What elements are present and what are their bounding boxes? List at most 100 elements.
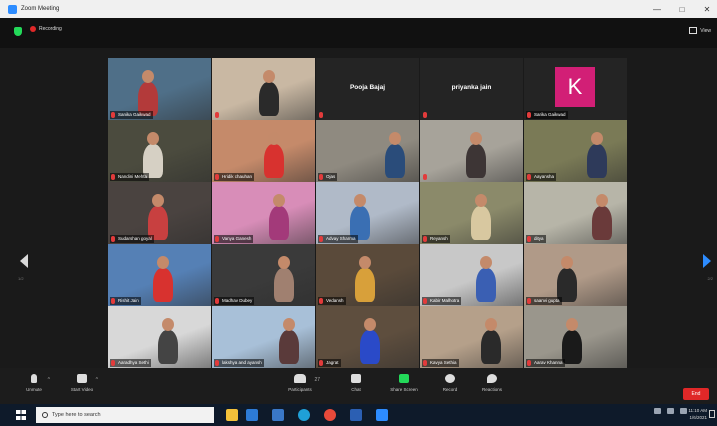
- video-camera-icon: [77, 374, 87, 383]
- muted-mic-icon: [527, 298, 531, 304]
- recording-indicator[interactable]: Recording: [30, 26, 62, 32]
- page-indicator-left: 1/2: [18, 276, 24, 281]
- participant-tile[interactable]: Sanika Gaikwad: [108, 58, 211, 120]
- participant-head: [364, 318, 376, 331]
- maximize-button[interactable]: □: [676, 5, 688, 14]
- participant-figure: [587, 144, 607, 178]
- muted-mic-icon: [423, 360, 427, 366]
- participant-head: [283, 318, 295, 331]
- participant-tile[interactable]: Kavya Sethia: [420, 306, 523, 368]
- participant-tile[interactable]: Hridik chauhan: [212, 120, 315, 182]
- participant-tile[interactable]: lakshya and ayansh: [212, 306, 315, 368]
- participant-tile[interactable]: [212, 58, 315, 120]
- participant-tile[interactable]: Jagrat: [316, 306, 419, 368]
- participants-button[interactable]: 27 Participants: [272, 371, 328, 401]
- title-bar: Zoom Meeting — □ ✕: [0, 0, 717, 18]
- participant-video: [212, 58, 315, 120]
- chevron-up-icon[interactable]: [654, 408, 661, 414]
- muted-mic-icon: [319, 174, 323, 180]
- participant-name-label: Kabir Malhotra: [422, 297, 462, 305]
- participant-tile[interactable]: Kabir Malhotra: [420, 244, 523, 306]
- participant-name-label: Hridik chauhan: [214, 173, 255, 181]
- participant-tile[interactable]: Vanya Ganesh: [212, 182, 315, 244]
- windows-start-icon[interactable]: [16, 410, 26, 420]
- edge-app-icon[interactable]: [298, 409, 310, 421]
- window-controls: — □ ✕: [651, 0, 713, 18]
- view-button[interactable]: View: [689, 27, 711, 34]
- minimize-button[interactable]: —: [651, 5, 663, 14]
- participant-head: [389, 132, 401, 145]
- mail-app-icon[interactable]: [246, 409, 258, 421]
- participant-center-name: priyanka jain: [451, 84, 492, 91]
- participant-head: [470, 132, 482, 145]
- start-video-button[interactable]: ^ Start Video: [54, 371, 110, 401]
- muted-mic-icon: [215, 112, 219, 118]
- word-app-icon[interactable]: [350, 409, 362, 421]
- participant-tile[interactable]: Aarav Khanna: [524, 306, 627, 368]
- participant-head: [162, 318, 174, 331]
- chrome-app-icon[interactable]: [324, 409, 336, 421]
- participant-tile[interactable]: Vedansh: [316, 244, 419, 306]
- participant-name-label: saanvi gupta: [526, 297, 562, 305]
- participant-tile[interactable]: [420, 120, 523, 182]
- volume-icon[interactable]: [680, 408, 687, 414]
- video-options-chevron-icon[interactable]: ^: [96, 377, 98, 383]
- audio-options-chevron-icon[interactable]: ^: [48, 377, 50, 383]
- muted-mic-icon: [319, 112, 323, 118]
- participant-name-label: Aarav Khanna: [526, 359, 565, 367]
- reactions-icon: [487, 374, 497, 383]
- muted-mic-icon: [319, 236, 323, 242]
- start-video-label: Start Video: [70, 387, 94, 392]
- participant-tile[interactable]: Madhav Dubey: [212, 244, 315, 306]
- participant-name-label: Kavya Sethia: [422, 359, 459, 367]
- participant-tile[interactable]: Reyansh: [420, 182, 523, 244]
- security-shield-icon[interactable]: [14, 27, 22, 36]
- participant-tile[interactable]: Sudarshan goyal: [108, 182, 211, 244]
- participant-figure: [355, 268, 375, 302]
- muted-mic-icon: [423, 236, 427, 242]
- participant-figure: [481, 330, 501, 364]
- zoom-logo-icon: [8, 4, 17, 14]
- participant-tile[interactable]: Aaradhya Sethi: [108, 306, 211, 368]
- participant-tile[interactable]: ditya: [524, 182, 627, 244]
- grid-view-icon: [689, 27, 698, 34]
- end-meeting-button[interactable]: End: [683, 388, 709, 400]
- participant-head: [561, 256, 573, 269]
- record-dot-icon: [30, 26, 36, 32]
- participant-name-label: Nandini Mehta: [110, 173, 150, 181]
- search-placeholder: Type here to search: [52, 412, 101, 418]
- participant-tile[interactable]: K Sarika Gaikwad: [524, 58, 627, 120]
- share-screen-icon: [399, 374, 409, 383]
- participant-head: [147, 132, 159, 145]
- store-app-icon[interactable]: [272, 409, 284, 421]
- muted-mic-icon: [319, 298, 323, 304]
- previous-page-arrow-icon[interactable]: [20, 254, 28, 268]
- taskbar-search-input[interactable]: Type here to search: [36, 407, 214, 423]
- participant-tile[interactable]: Advay Sharma: [316, 182, 419, 244]
- muted-mic-icon: [111, 360, 115, 366]
- participant-tile[interactable]: Pooja Bajaj: [316, 58, 419, 120]
- next-page-arrow-icon[interactable]: [703, 254, 711, 268]
- zoom-app-icon[interactable]: [376, 409, 388, 421]
- participant-tile[interactable]: Aayansha: [524, 120, 627, 182]
- participant-head: [359, 256, 371, 269]
- notifications-icon[interactable]: [709, 410, 715, 418]
- muted-mic-icon: [527, 236, 531, 242]
- reactions-button[interactable]: Reactions: [464, 371, 520, 401]
- participant-tile[interactable]: saanvi gupta: [524, 244, 627, 306]
- close-button[interactable]: ✕: [701, 5, 713, 14]
- participant-tile[interactable]: priyanka jain: [420, 58, 523, 120]
- muted-mic-icon: [319, 360, 323, 366]
- participant-tile[interactable]: Rishit Jain: [108, 244, 211, 306]
- participant-figure: [360, 330, 380, 364]
- network-icon[interactable]: [667, 408, 674, 414]
- participant-head: [273, 194, 285, 207]
- participant-tile[interactable]: Nandini Mehta: [108, 120, 211, 182]
- taskbar-clock[interactable]: 11:10 AM 1/6/2021: [688, 407, 707, 421]
- muted-mic-icon: [215, 360, 219, 366]
- muted-mic-icon: [215, 298, 219, 304]
- participant-name-label: lakshya and ayansh: [214, 359, 264, 367]
- participant-head: [475, 194, 487, 207]
- participant-tile[interactable]: Ojas: [316, 120, 419, 182]
- explorer-app-icon[interactable]: [226, 409, 238, 421]
